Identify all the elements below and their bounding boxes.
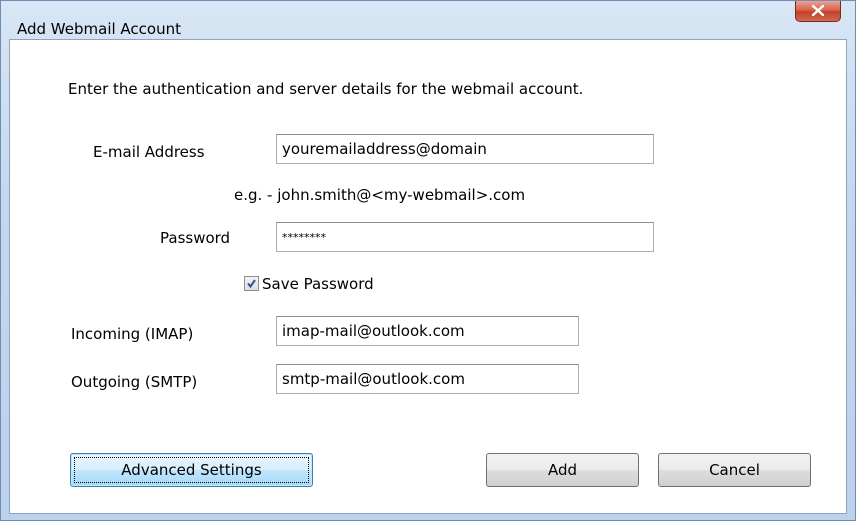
dialog-window: Add Webmail Account Enter the authentica… xyxy=(0,0,856,521)
add-button[interactable]: Add xyxy=(486,453,639,487)
advanced-settings-button[interactable]: Advanced Settings xyxy=(70,453,313,487)
save-password-label[interactable]: Save Password xyxy=(262,275,374,293)
instructions-text: Enter the authentication and server deta… xyxy=(68,80,584,98)
save-password-checkbox[interactable] xyxy=(244,276,259,291)
cancel-label: Cancel xyxy=(709,461,760,479)
outgoing-server-field[interactable] xyxy=(276,364,579,394)
dialog-content: Enter the authentication and server deta… xyxy=(9,39,847,514)
add-label: Add xyxy=(547,461,578,479)
password-field[interactable] xyxy=(276,222,654,252)
email-field[interactable] xyxy=(276,134,654,164)
advanced-settings-label: Advanced Settings xyxy=(121,461,262,479)
checkmark-icon xyxy=(247,279,256,289)
incoming-label: Incoming (IMAP) xyxy=(71,325,194,343)
incoming-server-field[interactable] xyxy=(276,316,579,346)
email-hint: e.g. - john.smith@<my-webmail>.com xyxy=(234,186,526,204)
email-label: E-mail Address xyxy=(93,143,205,161)
password-label: Password xyxy=(160,229,231,247)
outgoing-label: Outgoing (SMTP) xyxy=(71,373,198,391)
close-button[interactable] xyxy=(795,1,841,22)
title-bar[interactable]: Add Webmail Account xyxy=(1,1,855,39)
window-title: Add Webmail Account xyxy=(17,20,181,38)
close-icon xyxy=(812,5,824,16)
cancel-button[interactable]: Cancel xyxy=(658,453,811,487)
